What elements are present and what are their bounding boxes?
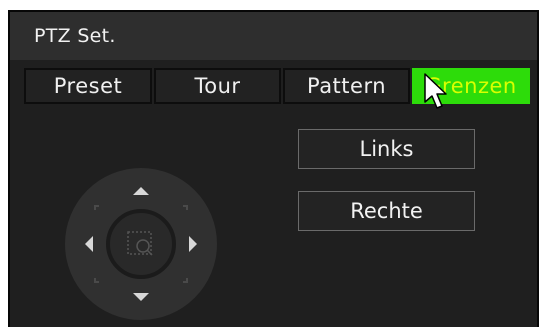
window-title: PTZ Set. [34, 25, 116, 47]
right-limit-button[interactable]: Rechte [298, 191, 475, 231]
titlebar: PTZ Set. [10, 12, 537, 60]
ptz-settings-window: PTZ Set. Preset Tour Pattern Grenzen Lin… [8, 10, 539, 331]
mouse-pointer-icon [424, 73, 447, 109]
left-limit-button[interactable]: Links [298, 129, 475, 169]
tab-tour[interactable]: Tour [154, 68, 281, 104]
tab-preset[interactable]: Preset [24, 68, 152, 104]
tab-pattern[interactable]: Pattern [283, 68, 410, 104]
ptz-direction-pad [65, 168, 217, 320]
screen-bottom-edge [0, 327, 541, 331]
pad-inner-ring [106, 209, 176, 279]
